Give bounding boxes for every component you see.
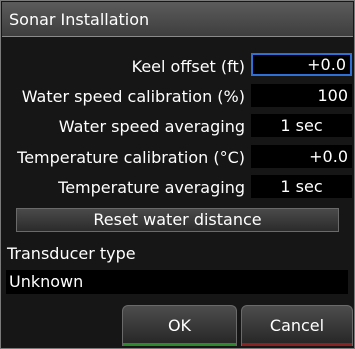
dialog-title: Sonar Installation: [9, 10, 150, 29]
ok-button[interactable]: OK: [122, 305, 237, 346]
cancel-button[interactable]: Cancel: [241, 305, 353, 346]
water-speed-averaging-field[interactable]: 1 sec: [251, 114, 352, 137]
temperature-calibration-field[interactable]: +0.0: [251, 145, 352, 168]
temperature-averaging-label: Temperature averaging: [58, 178, 245, 197]
water-speed-calibration-label: Water speed calibration (%): [21, 87, 245, 106]
water-speed-averaging-label: Water speed averaging: [58, 117, 245, 136]
water-speed-calibration-field[interactable]: 100: [251, 84, 352, 107]
reset-water-distance-button[interactable]: Reset water distance: [16, 208, 339, 232]
title-bar: Sonar Installation: [2, 2, 353, 37]
keel-offset-label: Keel offset (ft): [131, 57, 245, 76]
sonar-installation-dialog: Sonar Installation Keel offset (ft) +0.0…: [0, 0, 355, 349]
temperature-averaging-field[interactable]: 1 sec: [251, 175, 352, 198]
temperature-calibration-label: Temperature calibration (°C): [17, 148, 245, 167]
transducer-type-label: Transducer type: [7, 244, 136, 263]
transducer-type-field[interactable]: Unknown: [6, 270, 348, 294]
keel-offset-field[interactable]: +0.0: [251, 53, 352, 76]
